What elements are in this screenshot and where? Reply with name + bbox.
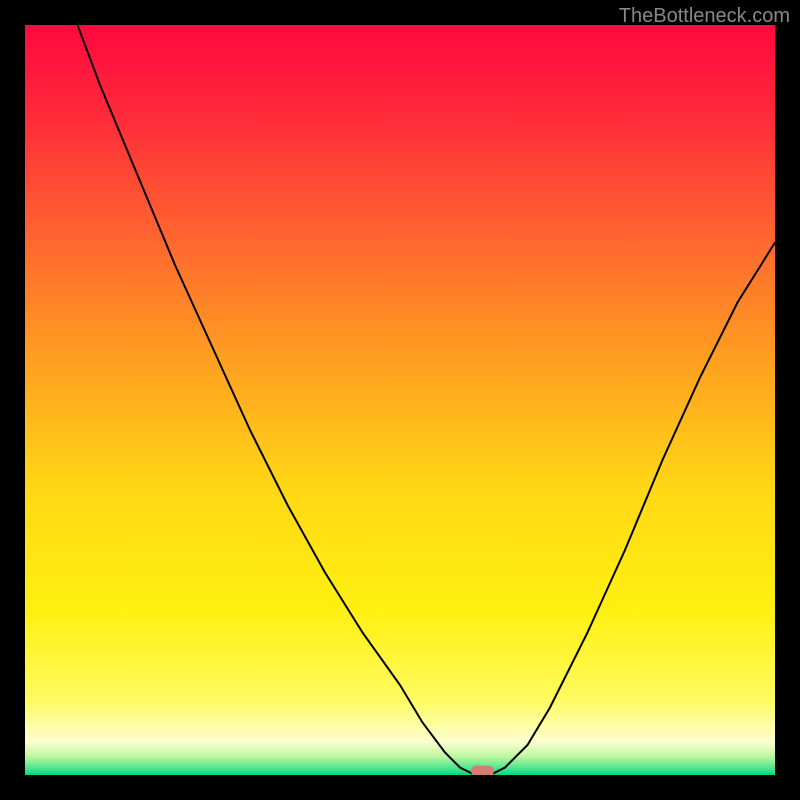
chart-background — [25, 25, 775, 775]
bottleneck-chart — [25, 25, 775, 775]
optimal-marker — [471, 766, 494, 775]
chart-container: TheBottleneck.com — [0, 0, 800, 800]
watermark-text: TheBottleneck.com — [619, 5, 790, 28]
